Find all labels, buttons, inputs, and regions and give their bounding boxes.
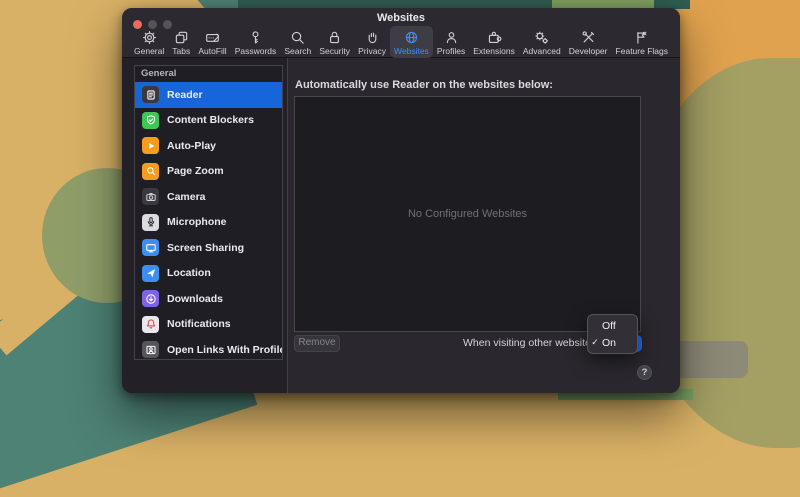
settings-content: General Reader Content Blockers Auto-Pla… [122, 58, 680, 393]
camera-icon [142, 188, 159, 205]
screen-icon [142, 239, 159, 256]
minimize-button[interactable] [148, 20, 157, 29]
reader-icon [142, 86, 159, 103]
person-icon [444, 29, 459, 45]
settings-toolbar: Websites General Tabs AutoFill Passwords… [122, 8, 680, 58]
tab-tabs[interactable]: Tabs [168, 26, 194, 58]
gears-icon [534, 29, 549, 45]
tab-extensions[interactable]: Extensions [469, 26, 519, 58]
profile-frame-icon [142, 341, 159, 358]
tools-icon [581, 29, 596, 45]
puzzle-icon [487, 29, 502, 45]
sidebar-item-camera[interactable]: Camera [135, 184, 282, 210]
empty-list-placeholder: No Configured Websites [408, 208, 527, 220]
tab-passwords[interactable]: Passwords [231, 26, 281, 58]
sidebar-item-content-blockers[interactable]: Content Blockers [135, 108, 282, 134]
sidebar-section-header: General [135, 66, 282, 82]
sidebar-item-screen-sharing[interactable]: Screen Sharing [135, 235, 282, 261]
shield-check-icon [142, 112, 159, 129]
sidebar-item-label: Camera [167, 191, 206, 203]
sidebar-item-label: Location [167, 267, 211, 279]
tab-label: Privacy [358, 46, 386, 56]
window-title: Websites [122, 8, 680, 25]
sidebar-item-auto-play[interactable]: Auto-Play [135, 133, 282, 159]
settings-tabs: General Tabs AutoFill Passwords Search S… [122, 25, 680, 58]
tab-label: Feature Flags [616, 46, 668, 56]
safari-settings-window: Websites General Tabs AutoFill Passwords… [122, 8, 680, 393]
menu-item-off[interactable]: Off [588, 317, 637, 334]
tabs-icon [174, 29, 189, 45]
checkmark-icon: ✓ [588, 337, 602, 348]
tab-label: Extensions [473, 46, 515, 56]
reader-default-popup-menu: Off ✓ On [587, 314, 638, 354]
sidebar-item-label: Microphone [167, 216, 227, 228]
tab-privacy[interactable]: Privacy [354, 26, 390, 58]
sidebar-item-reader[interactable]: Reader [135, 82, 282, 108]
tab-label: Developer [569, 46, 608, 56]
reader-settings-pane: Automatically use Reader on the websites… [288, 58, 680, 393]
tab-label: Security [319, 46, 350, 56]
sidebar-item-label: Content Blockers [167, 114, 254, 126]
bell-icon [142, 316, 159, 333]
zoom-icon [142, 163, 159, 180]
gear-icon [142, 29, 157, 45]
configured-websites-list[interactable]: No Configured Websites [294, 96, 641, 332]
tab-autofill[interactable]: AutoFill [194, 26, 230, 58]
when-visiting-label: When visiting other websites: [288, 337, 599, 349]
sidebar-item-location[interactable]: Location [135, 261, 282, 287]
websites-sidebar-list: General Reader Content Blockers Auto-Pla… [134, 65, 283, 360]
flags-icon [634, 29, 649, 45]
sidebar-item-label: Reader [167, 89, 203, 101]
play-icon [142, 137, 159, 154]
tab-advanced[interactable]: Advanced [519, 26, 565, 58]
sidebar-item-open-links-with-profile[interactable]: Open Links With Profile [135, 337, 282, 360]
autofill-icon [205, 29, 220, 45]
microphone-icon [142, 214, 159, 231]
tab-security[interactable]: Security [315, 26, 354, 58]
navigation-icon [142, 265, 159, 282]
tab-feature-flags[interactable]: Feature Flags [612, 26, 672, 58]
tab-general[interactable]: General [130, 26, 168, 58]
tab-label: General [134, 46, 164, 56]
sidebar-item-label: Auto-Play [167, 140, 216, 152]
help-button[interactable]: ? [637, 365, 652, 380]
tab-websites[interactable]: Websites [390, 26, 433, 58]
sidebar-item-label: Notifications [167, 318, 231, 330]
magnifier-icon [290, 29, 305, 45]
tab-label: Search [284, 46, 311, 56]
tab-label: AutoFill [198, 46, 226, 56]
sidebar-item-label: Screen Sharing [167, 242, 244, 254]
hand-icon [365, 29, 380, 45]
sidebar-item-microphone[interactable]: Microphone [135, 210, 282, 236]
tab-label: Websites [394, 46, 429, 56]
close-button[interactable] [133, 20, 142, 29]
background-top-sage-strip [552, 0, 654, 8]
tab-label: Advanced [523, 46, 561, 56]
tab-profiles[interactable]: Profiles [433, 26, 469, 58]
globe-icon [404, 29, 419, 45]
key-icon [248, 29, 263, 45]
tab-label: Profiles [437, 46, 465, 56]
menu-item-on[interactable]: ✓ On [588, 334, 637, 351]
websites-sidebar-pane: General Reader Content Blockers Auto-Pla… [122, 58, 288, 393]
sidebar-item-downloads[interactable]: Downloads [135, 286, 282, 312]
download-icon [142, 290, 159, 307]
sidebar-item-label: Page Zoom [167, 165, 224, 177]
zoom-button[interactable] [163, 20, 172, 29]
traffic-lights [133, 20, 172, 29]
tab-label: Tabs [172, 46, 190, 56]
tab-search[interactable]: Search [280, 26, 315, 58]
tab-developer[interactable]: Developer [565, 26, 612, 58]
sidebar-item-label: Open Links With Profile [167, 344, 283, 356]
reader-pane-header: Automatically use Reader on the websites… [295, 79, 553, 91]
sidebar-item-label: Downloads [167, 293, 223, 305]
tab-label: Passwords [235, 46, 277, 56]
sidebar-item-notifications[interactable]: Notifications [135, 312, 282, 338]
sidebar-item-page-zoom[interactable]: Page Zoom [135, 159, 282, 185]
lock-icon [327, 29, 342, 45]
